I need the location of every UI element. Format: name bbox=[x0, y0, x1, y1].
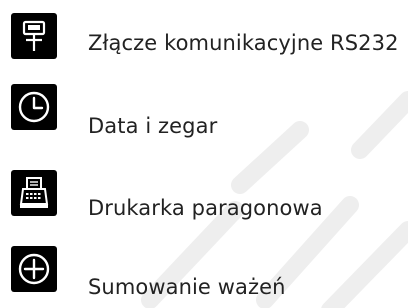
menu-item-date-clock[interactable]: Data i zegar bbox=[0, 84, 408, 140]
menu-item-label: Złącze komunikacyjne RS232 bbox=[88, 31, 399, 55]
plus-circle-icon bbox=[11, 246, 57, 292]
menu-item-rs232[interactable]: Złącze komunikacyjne RS232 bbox=[0, 13, 408, 69]
clock-icon bbox=[11, 84, 57, 130]
menu-item-label: Sumowanie ważeń bbox=[88, 275, 286, 299]
receipt-printer-icon bbox=[11, 170, 57, 216]
menu-item-label: Data i zegar bbox=[88, 114, 218, 138]
menu-item-weighing-sum[interactable]: Sumowanie ważeń bbox=[0, 246, 408, 302]
menu-item-receipt-printer[interactable]: Drukarka paragonowa bbox=[0, 170, 408, 226]
menu-item-label: Drukarka paragonowa bbox=[88, 196, 323, 220]
serial-port-icon bbox=[11, 13, 57, 59]
